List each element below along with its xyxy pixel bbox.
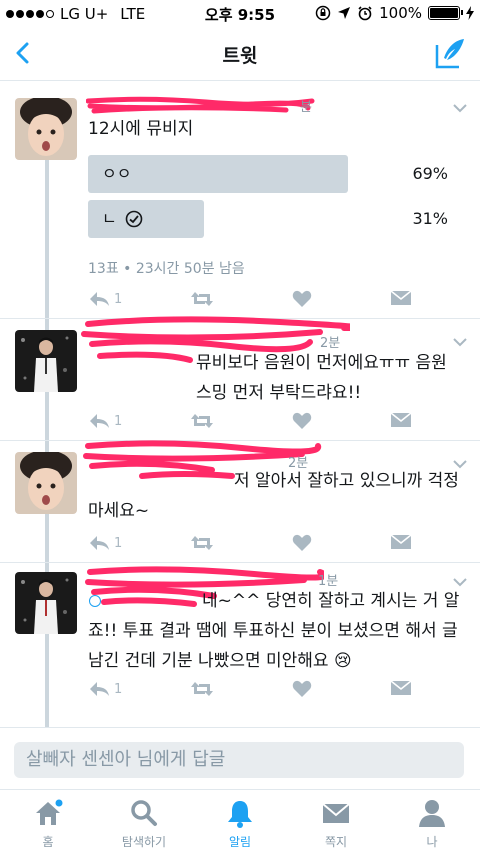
poll-option-percent: 69% <box>412 164 448 183</box>
poll-option-percent: 31% <box>412 209 448 228</box>
chevron-down-icon[interactable] <box>452 336 468 348</box>
location-icon <box>338 7 351 19</box>
message-button[interactable] <box>390 534 412 550</box>
like-button[interactable] <box>292 534 312 552</box>
search-icon <box>131 800 157 826</box>
reply-count: 1 <box>114 535 123 551</box>
page-title: 트윗 <box>222 45 258 67</box>
reply-button[interactable]: 1 <box>88 290 122 308</box>
reply-count: 1 <box>114 681 123 697</box>
heart-icon <box>292 290 312 307</box>
tab-label: 홈 <box>42 835 54 849</box>
reply-button[interactable]: 1 <box>88 412 122 430</box>
tab-notifications[interactable]: 알림 <box>192 790 288 855</box>
like-button[interactable] <box>292 290 312 308</box>
tweet-text: 12시에 뮤비지 <box>88 119 194 139</box>
retweet-button[interactable] <box>190 680 214 698</box>
tweet-card[interactable]: 1분 네~^^ 당연히 잘하고 계시는 거 알죠!! 투표 결과 땜에 투표하신… <box>0 562 480 727</box>
envelope-icon <box>322 803 350 823</box>
bell-icon <box>228 801 252 828</box>
poll-option-label: ㄴ <box>102 200 143 238</box>
reply-icon <box>90 292 109 306</box>
reply-input[interactable]: 살빼자 센센아 님에게 답글 <box>14 742 464 778</box>
tab-label: 알림 <box>228 835 252 849</box>
heart-icon <box>292 534 312 551</box>
message-button[interactable] <box>390 680 412 696</box>
tweet-card[interactable]: 2분 저 알아서 잘하고 있으니까 걱정 마세요~ 1 <box>0 440 480 562</box>
envelope-icon <box>390 290 412 305</box>
tweet-card[interactable]: 2분 뮤비보다 음원이 먼저에요ㅠㅠ 음원 스밍 먼저 부탁드랴요!! 1 <box>0 316 480 440</box>
like-button[interactable] <box>292 680 312 698</box>
retweet-button[interactable] <box>190 290 214 308</box>
message-button[interactable] <box>390 412 412 428</box>
envelope-icon <box>390 680 412 695</box>
tab-label: 탐색하기 <box>121 835 167 849</box>
reply-button[interactable]: 1 <box>88 534 122 552</box>
tweet-card[interactable]: 분 12시에 뮤비지 ㅇㅇ 69% ㄴ 31% 13표 • 23시간 50분 남… <box>0 82 480 318</box>
home-icon <box>36 799 63 825</box>
reply-count: 1 <box>114 413 123 429</box>
tweet-text: 네~^^ 당연히 잘하고 계시는 거 알죠!! 투표 결과 땜에 투표하신 분이… <box>88 591 460 671</box>
poll-info: 13표 • 23시간 50분 남음 <box>88 261 245 277</box>
redaction-scribble <box>86 96 315 114</box>
retweet-button[interactable] <box>190 534 214 552</box>
alarm-icon <box>358 6 372 21</box>
envelope-icon <box>390 412 412 427</box>
tweet-actions: 1 <box>88 534 413 556</box>
retweet-icon <box>191 414 213 428</box>
tab-messages[interactable]: 쪽지 <box>288 790 384 855</box>
status-bar: LG U+ LTE 오후 9:55 100% <box>0 0 480 28</box>
reply-button[interactable]: 1 <box>88 680 122 698</box>
compose-tweet-icon[interactable] <box>434 36 468 70</box>
reply-icon <box>90 414 109 428</box>
retweet-icon <box>191 682 213 696</box>
avatar[interactable] <box>15 330 77 392</box>
tab-label: 나 <box>426 835 438 849</box>
envelope-icon <box>390 534 412 549</box>
nav-bar: 트윗 <box>0 28 480 81</box>
reply-icon <box>90 536 109 550</box>
tab-search[interactable]: 탐색하기 <box>96 790 192 855</box>
retweet-icon <box>191 536 213 550</box>
retweet-button[interactable] <box>190 412 214 430</box>
tab-me[interactable]: 나 <box>384 790 480 855</box>
tab-bar: 홈 탐색하기 알림 쪽지 나 <box>0 789 480 855</box>
tweet-actions: 1 <box>88 680 413 702</box>
reply-composer: 살빼자 센센아 님에게 답글 <box>0 727 480 790</box>
poll-option-label: ㅇㅇ <box>102 164 132 183</box>
check-circle-icon <box>125 210 143 228</box>
tab-label: 쪽지 <box>324 835 348 849</box>
retweet-icon <box>191 292 213 306</box>
person-icon <box>419 800 445 827</box>
reply-count: 1 <box>114 291 123 307</box>
reply-icon <box>90 682 109 696</box>
battery-percent: 100% <box>379 4 422 22</box>
tweet-text: 뮤비보다 음원이 먼저에요ㅠㅠ 음원 스밍 먼저 부탁드랴요!! <box>196 353 447 403</box>
message-button[interactable] <box>390 290 412 306</box>
tweet-actions: 1 <box>88 412 413 434</box>
avatar[interactable] <box>15 572 77 634</box>
avatar[interactable] <box>15 98 77 160</box>
rotation-lock-icon <box>315 5 331 21</box>
tweet-actions: 1 <box>88 290 413 312</box>
charging-icon <box>466 6 474 20</box>
chevron-down-icon[interactable] <box>452 102 468 114</box>
status-right: 100% <box>315 4 474 22</box>
like-button[interactable] <box>292 412 312 430</box>
battery-icon <box>428 6 463 20</box>
avatar[interactable] <box>15 452 77 514</box>
heart-icon <box>292 680 312 697</box>
heart-icon <box>292 412 312 429</box>
tweet-text: 저 알아서 잘하고 있으니까 걱정 마세요~ <box>88 471 459 521</box>
tweet-time: 분 <box>300 100 312 115</box>
tab-home[interactable]: 홈 <box>0 790 96 855</box>
